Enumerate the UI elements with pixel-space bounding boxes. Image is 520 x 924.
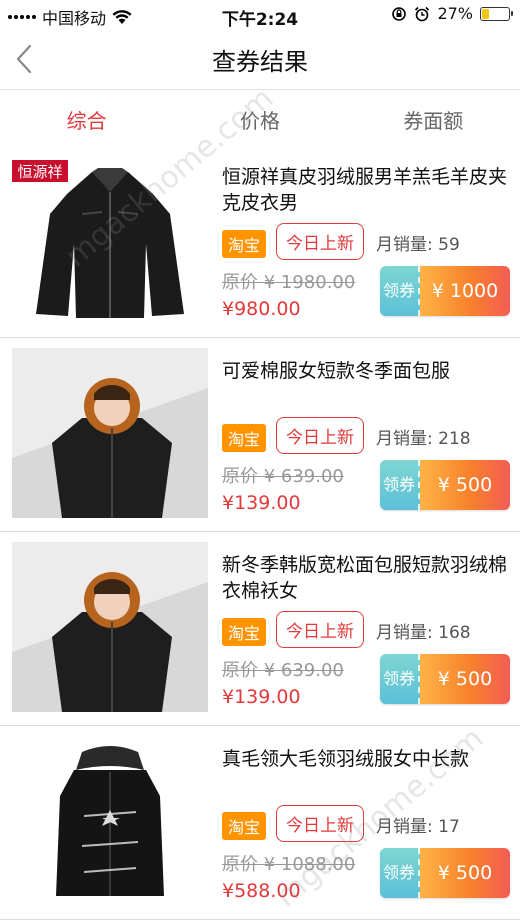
coupon-amount: ¥ 500 xyxy=(420,460,510,510)
coupon-price: ¥980.00 xyxy=(222,298,301,320)
new-arrival-badge: 今日上新 xyxy=(276,805,364,842)
coupon-label: 领券 xyxy=(380,460,420,510)
coupon-amount: ¥ 500 xyxy=(420,654,510,704)
battery-icon xyxy=(480,6,513,21)
get-coupon-button[interactable]: 领券 ¥ 500 xyxy=(380,848,510,898)
coupon-label: 领券 xyxy=(380,848,420,898)
brand-logo: 恒源祥 xyxy=(17,163,62,181)
coupon-amount: ¥ 1000 xyxy=(420,266,510,316)
original-price: 原价 ¥ 1980.00 xyxy=(222,272,356,293)
monthly-sales: 月销量: 17 xyxy=(376,817,460,837)
original-price: 原价 ¥ 1088.00 xyxy=(222,854,356,875)
coupon-price: ¥588.00 xyxy=(222,880,301,902)
coupon-price: ¥139.00 xyxy=(222,492,301,514)
list-item[interactable]: 真毛领大毛领羽绒服女中长款 淘宝 今日上新 月销量: 17 原价 ¥ 1088.… xyxy=(0,726,520,920)
rotation-lock-icon xyxy=(392,6,407,21)
get-coupon-button[interactable]: 领券 ¥ 500 xyxy=(380,460,510,510)
product-title[interactable]: 新冬季韩版宽松面包服短款羽绒棉衣棉袄女 xyxy=(222,552,510,604)
list-item[interactable]: 新冬季韩版宽松面包服短款羽绒棉衣棉袄女 淘宝 今日上新 月销量: 168 原价 … xyxy=(0,532,520,726)
new-arrival-badge: 今日上新 xyxy=(276,417,364,454)
sort-tabs: 综合 价格 券面额 xyxy=(0,90,520,152)
list-item[interactable]: 可爱棉服女短款冬季面包服 淘宝 今日上新 月销量: 218 原价 ¥ 639.0… xyxy=(0,338,520,532)
alarm-icon xyxy=(415,6,430,21)
product-image[interactable] xyxy=(12,542,208,712)
coupon-amount: ¥ 500 xyxy=(420,848,510,898)
original-price: 原价 ¥ 639.00 xyxy=(222,660,344,681)
platform-badge: 淘宝 xyxy=(222,230,267,258)
product-title[interactable]: 真毛领大毛领羽绒服女中长款 xyxy=(222,746,510,772)
new-arrival-badge: 今日上新 xyxy=(276,223,364,260)
product-title[interactable]: 恒源祥真皮羽绒服男羊羔毛羊皮夹克皮衣男 xyxy=(222,164,510,216)
tab-price[interactable]: 价格 xyxy=(173,90,346,152)
coupon-label: 领券 xyxy=(380,266,420,316)
monthly-sales: 月销量: 218 xyxy=(376,429,471,449)
nav-bar: 查券结果 xyxy=(0,30,520,90)
coupon-price: ¥139.00 xyxy=(222,686,301,708)
status-bar: 中国移动 下午2:24 27% xyxy=(0,0,520,30)
coupon-label: 领券 xyxy=(380,654,420,704)
product-image[interactable] xyxy=(12,348,208,518)
page-title: 查券结果 xyxy=(212,48,308,76)
original-price: 原价 ¥ 639.00 xyxy=(222,466,344,487)
tab-comprehensive[interactable]: 综合 xyxy=(0,90,173,152)
list-item[interactable]: 恒源祥 恒源祥真皮羽绒服男羊羔毛羊皮夹克皮衣男 淘宝 今日上新 月销量: 59 … xyxy=(0,144,520,338)
product-image[interactable]: 恒源祥 xyxy=(12,154,208,324)
monthly-sales: 月销量: 59 xyxy=(376,235,460,255)
platform-badge: 淘宝 xyxy=(222,618,267,646)
platform-badge: 淘宝 xyxy=(222,812,267,840)
battery-percent: 27% xyxy=(437,4,473,23)
monthly-sales: 月销量: 168 xyxy=(376,623,471,643)
get-coupon-button[interactable]: 领券 ¥ 500 xyxy=(380,654,510,704)
get-coupon-button[interactable]: 领券 ¥ 1000 xyxy=(380,266,510,316)
platform-badge: 淘宝 xyxy=(222,424,267,452)
tab-coupon-amount[interactable]: 券面额 xyxy=(347,90,520,152)
battery-level xyxy=(482,8,489,19)
product-image[interactable] xyxy=(12,736,208,906)
new-arrival-badge: 今日上新 xyxy=(276,611,364,648)
product-title[interactable]: 可爱棉服女短款冬季面包服 xyxy=(222,358,510,384)
